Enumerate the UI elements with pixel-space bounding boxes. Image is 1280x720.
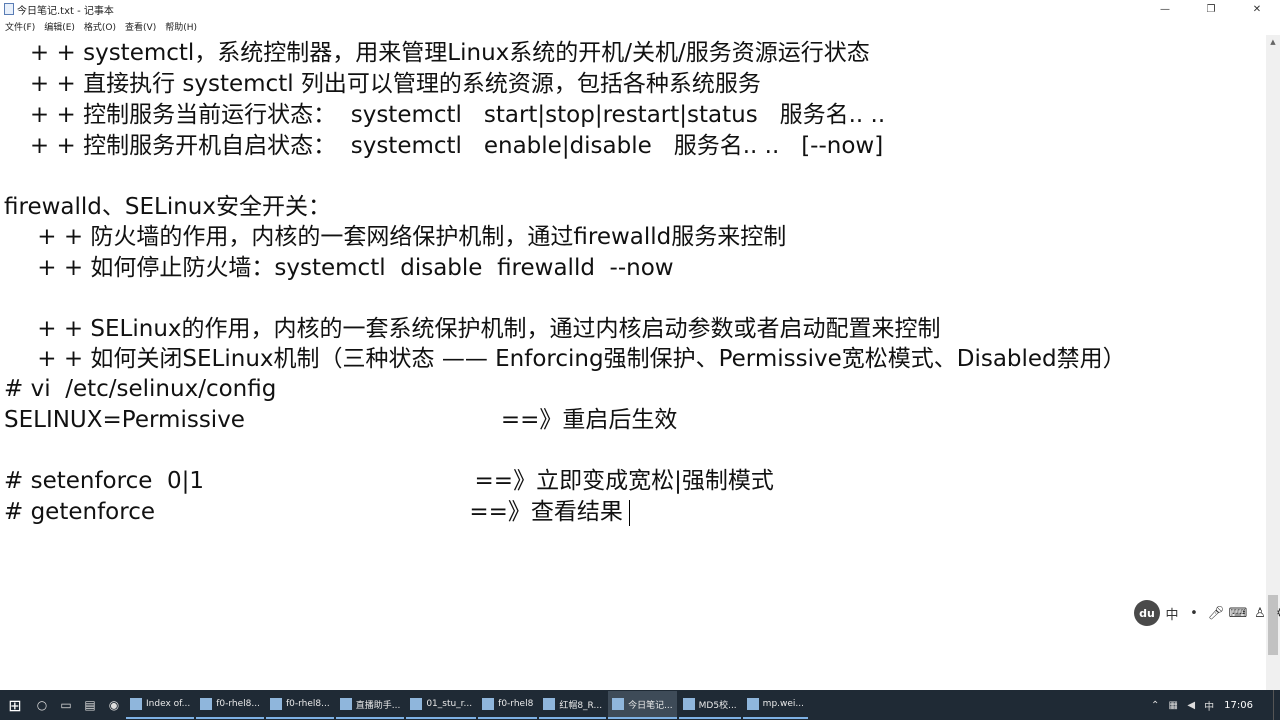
notepad-icon — [4, 3, 14, 15]
text-line: # getenforce ==》查看结果 — [4, 499, 623, 525]
menu-view[interactable]: 查看(V) — [120, 20, 160, 33]
text-line: # vi /etc/selinux/config — [4, 376, 277, 402]
window-controls: — ❐ ✕ — [1142, 0, 1280, 18]
title-bar: 今日笔记.txt - 记事本 — ❐ ✕ — [0, 0, 1280, 18]
app-icon — [339, 698, 352, 710]
scroll-up-icon[interactable]: ▲ — [1266, 35, 1280, 49]
menu-help[interactable]: 帮助(H) — [160, 20, 201, 33]
mic-icon[interactable]: 🎤︎ — [1206, 606, 1226, 621]
system-tray: ⌃ ▦ ◀ 中 17:06 — [1146, 690, 1280, 720]
ime-language-toggle[interactable]: 中 — [1162, 604, 1182, 623]
skin-icon[interactable]: ♙ — [1250, 606, 1270, 621]
menu-bar: 文件(F) 编辑(E) 格式(O) 查看(V) 帮助(H) — [0, 18, 1280, 35]
text-line: + + 如何关闭SELinux机制（三种状态 —— Enforcing强制保护、… — [8, 346, 1126, 372]
taskbar-item[interactable]: mp.wei... — [742, 691, 808, 719]
text-line: + + 如何停止防火墙：systemctl disable firewalld … — [8, 255, 674, 281]
text-line: # setenforce 0|1 ==》立即变成宽松|强制模式 — [4, 468, 774, 494]
network-icon[interactable]: ▦ — [1164, 700, 1182, 711]
taskbar-item[interactable]: MD5校... — [678, 691, 741, 719]
text-line: SELINUX=Permissive ==》重启后生效 — [4, 407, 678, 433]
browser-icon[interactable]: ◉ — [102, 690, 126, 720]
explorer-icon[interactable]: ▤ — [78, 690, 102, 720]
app-icon — [682, 698, 695, 710]
notepad-icon — [612, 698, 625, 710]
taskbar-item[interactable]: f0-rhel8... — [265, 691, 334, 719]
task-view-icon[interactable]: ▭ — [54, 690, 78, 720]
minimize-button[interactable]: — — [1142, 0, 1188, 18]
text-cursor — [629, 500, 630, 526]
app-icon — [746, 698, 759, 710]
app-icon — [200, 698, 213, 710]
taskbar-item[interactable]: 01_stu_r... — [406, 691, 477, 719]
keyboard-icon[interactable]: ⌨ — [1228, 606, 1248, 621]
text-line: firewalld、SELinux安全开关： — [4, 194, 331, 220]
taskbar: ⊞ ○ ▭ ▤ ◉ Index of... f0-rhel8... f0-rhe… — [0, 690, 1280, 720]
taskbar-item[interactable]: f0-rhel8... — [196, 691, 264, 719]
app-icon — [269, 698, 282, 710]
ime-tray-icon[interactable]: 中 — [1200, 698, 1218, 713]
menu-file[interactable]: 文件(F) — [0, 20, 39, 33]
text-line: + + 控制服务开机自启状态： systemctl enable|disable… — [8, 133, 884, 159]
clock[interactable]: 17:06 — [1224, 700, 1253, 711]
baidu-ime-logo-icon[interactable]: du — [1134, 600, 1160, 626]
taskbar-item[interactable]: 直播助手... — [335, 691, 405, 719]
menu-format[interactable]: 格式(O) — [79, 20, 120, 33]
maximize-button[interactable]: ❐ — [1188, 0, 1234, 18]
close-button[interactable]: ✕ — [1234, 0, 1280, 18]
taskbar-item[interactable]: 红帽8_R... — [539, 691, 607, 719]
chevron-up-icon[interactable]: ⌃ — [1146, 700, 1164, 711]
taskbar-item[interactable]: f0-rhel8 — [478, 691, 538, 719]
show-desktop-button[interactable] — [1273, 690, 1280, 720]
vertical-scrollbar[interactable]: ▲ — [1266, 35, 1280, 690]
taskbar-item-active[interactable]: 今日笔记... — [608, 691, 677, 719]
text-line: + + systemctl，系统控制器，用来管理Linux系统的开机/关机/服务… — [8, 40, 870, 66]
volume-icon[interactable]: ◀ — [1182, 700, 1200, 711]
app-icon — [482, 698, 495, 710]
taskbar-item[interactable]: Index of... — [126, 691, 195, 719]
text-editor[interactable]: + + systemctl，系统控制器，用来管理Linux系统的开机/关机/服务… — [0, 35, 1266, 690]
start-button[interactable]: ⊞ — [0, 690, 30, 720]
text-line: + + 防火墙的作用，内核的一套网络保护机制，通过firewalld服务来控制 — [8, 224, 787, 250]
window-title: 今日笔记.txt - 记事本 — [17, 5, 114, 17]
text-line: + + 直接执行 systemctl 列出可以管理的系统资源，包括各种系统服务 — [8, 71, 761, 97]
text-line: + + 控制服务当前运行状态： systemctl start|stop|res… — [8, 102, 886, 128]
search-icon[interactable]: ○ — [30, 690, 54, 720]
app-icon — [130, 698, 142, 710]
ime-toolbar: du 中 • 🎤︎ ⌨ ♙ ⚙ — [1134, 600, 1280, 626]
menu-edit[interactable]: 编辑(E) — [39, 20, 79, 33]
text-line: + + SELinux的作用，内核的一套系统保护机制，通过内核启动参数或者启动配… — [8, 316, 941, 342]
app-icon — [410, 698, 423, 710]
app-icon — [543, 698, 556, 710]
settings-icon[interactable]: ⚙ — [1272, 606, 1280, 621]
punctuation-icon[interactable]: • — [1184, 606, 1204, 621]
